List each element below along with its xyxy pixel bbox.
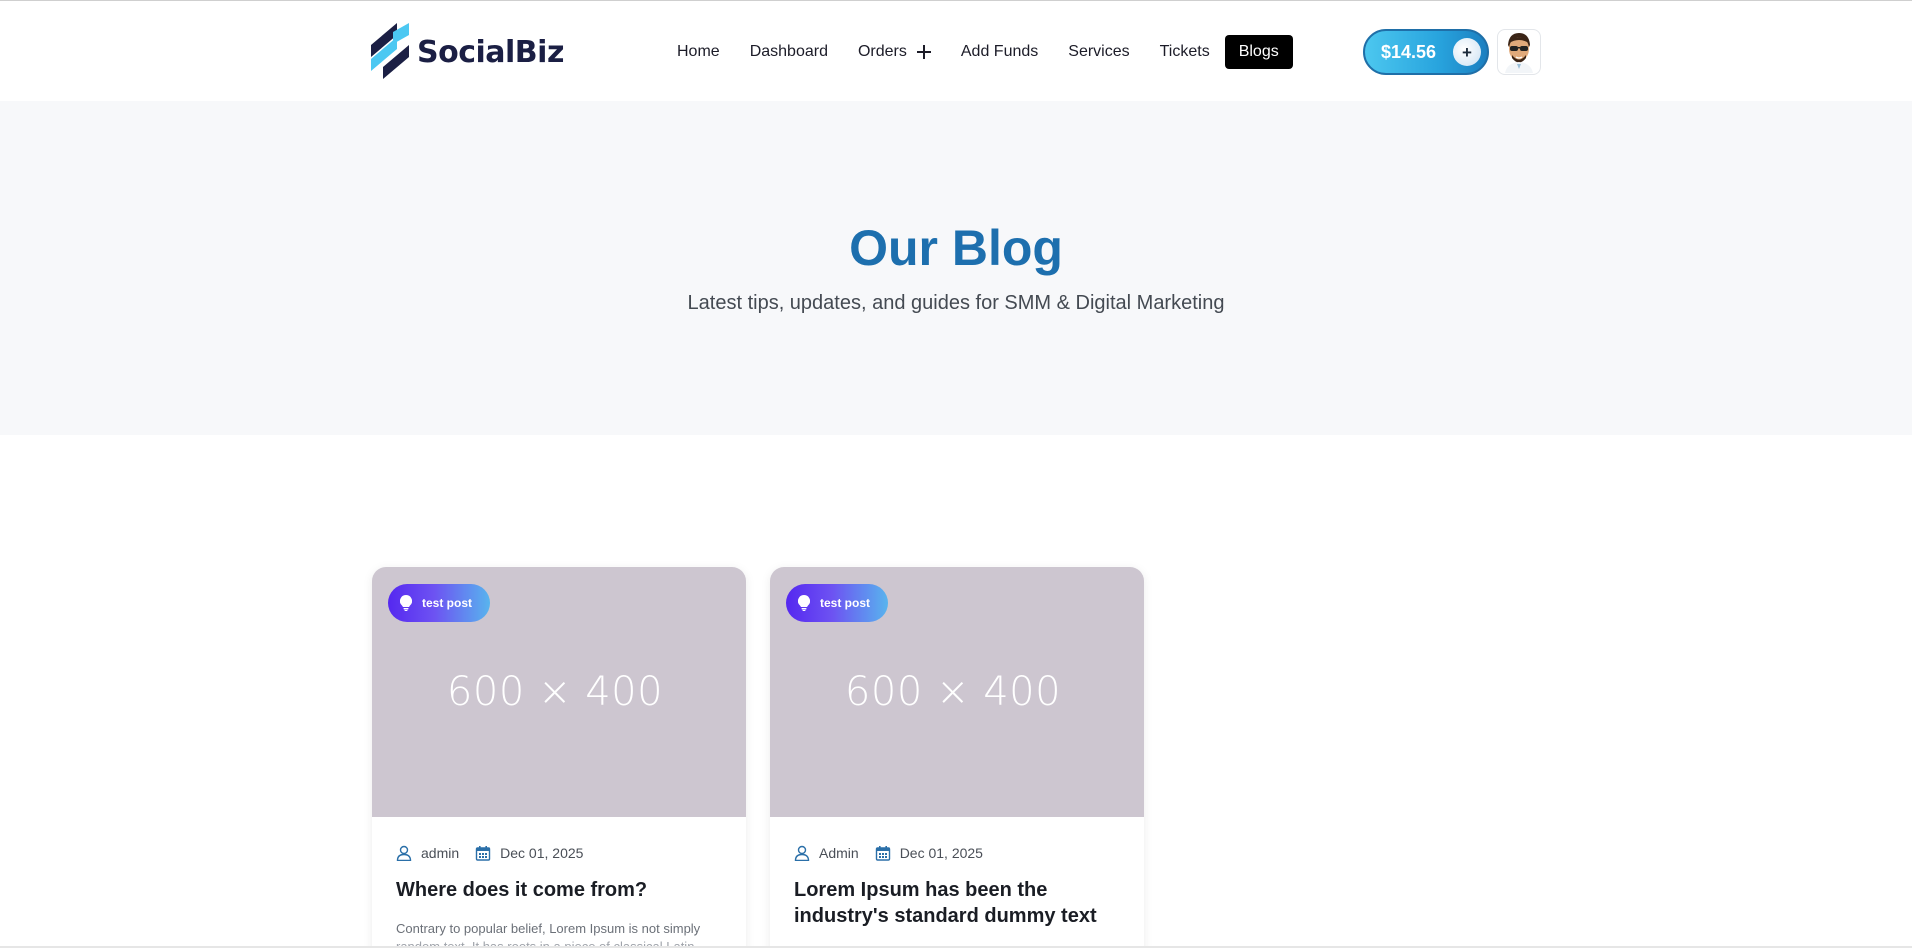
post-date: Dec 01, 2025 <box>500 845 584 861</box>
blog-card[interactable]: 600 × 400 test post admin Dec 01, 2025 W… <box>372 567 746 948</box>
post-author[interactable]: Admin <box>819 845 859 861</box>
balance-button[interactable]: $14.56 + <box>1363 29 1489 75</box>
nav-dashboard-label: Dashboard <box>749 43 828 60</box>
post-tag-label: test post <box>820 596 871 610</box>
page-title: Our Blog <box>849 220 1063 276</box>
calendar-icon <box>475 846 491 861</box>
nav-blogs-label: Blogs <box>1238 43 1279 60</box>
post-tag[interactable]: test post <box>786 584 889 622</box>
nav-home[interactable]: Home <box>662 35 735 69</box>
nav-tickets[interactable]: Tickets <box>1145 35 1225 69</box>
nav-services[interactable]: Services <box>1053 35 1144 69</box>
user-icon <box>396 845 412 861</box>
post-tag-label: test post <box>422 596 473 610</box>
image-placeholder-text: 600 × 400 <box>446 669 664 715</box>
nav-blogs[interactable]: Blogs <box>1224 35 1293 69</box>
nav-orders[interactable]: Orders <box>843 35 946 69</box>
post-meta: Admin Dec 01, 2025 <box>794 843 983 863</box>
blog-card[interactable]: 600 × 400 test post Admin Dec 01, 2025 L… <box>770 567 1144 948</box>
nav-add-funds[interactable]: Add Funds <box>946 35 1053 69</box>
post-author[interactable]: admin <box>421 845 459 861</box>
hero-section: Our Blog Latest tips, updates, and guide… <box>0 101 1912 435</box>
post-date: Dec 01, 2025 <box>899 845 983 861</box>
avatar[interactable] <box>1497 29 1541 75</box>
main-nav: Home Dashboard Orders Add Funds Services… <box>662 35 1293 69</box>
plus-icon[interactable] <box>916 45 931 59</box>
user-icon <box>794 845 810 861</box>
nav-add-funds-label: Add Funds <box>960 43 1039 60</box>
avatar-icon <box>1505 33 1533 73</box>
logo-icon <box>371 23 409 79</box>
balance-amount: $14.56 <box>1381 42 1437 62</box>
lightbulb-icon <box>798 595 810 611</box>
site-header: SocialBiz Home Dashboard Orders Add Fund… <box>0 1 1912 101</box>
nav-home-label: Home <box>677 43 720 60</box>
post-title[interactable]: Lorem Ipsum has been the industry's stan… <box>794 877 1124 929</box>
post-meta: admin Dec 01, 2025 <box>396 843 583 863</box>
image-placeholder-text: 600 × 400 <box>844 669 1062 715</box>
post-excerpt-line1: Contrary to popular belief, Lorem Ipsum … <box>396 921 701 936</box>
nav-services-label: Services <box>1068 43 1130 60</box>
nav-orders-label: Orders <box>857 43 907 60</box>
post-title[interactable]: Where does it come from? <box>396 877 726 903</box>
page-subtitle: Latest tips, updates, and guides for SMM… <box>687 292 1225 314</box>
logo-text: SocialBiz <box>417 34 564 70</box>
nav-dashboard[interactable]: Dashboard <box>735 35 843 69</box>
lightbulb-icon <box>400 595 412 611</box>
calendar-icon <box>875 846 890 861</box>
post-excerpt: Contrary to popular belief, Lorem Ipsum … <box>396 920 722 948</box>
add-funds-plus-icon[interactable]: + <box>1453 38 1481 66</box>
logo[interactable]: SocialBiz <box>371 23 564 81</box>
post-tag[interactable]: test post <box>388 584 491 622</box>
nav-tickets-label: Tickets <box>1159 43 1210 60</box>
